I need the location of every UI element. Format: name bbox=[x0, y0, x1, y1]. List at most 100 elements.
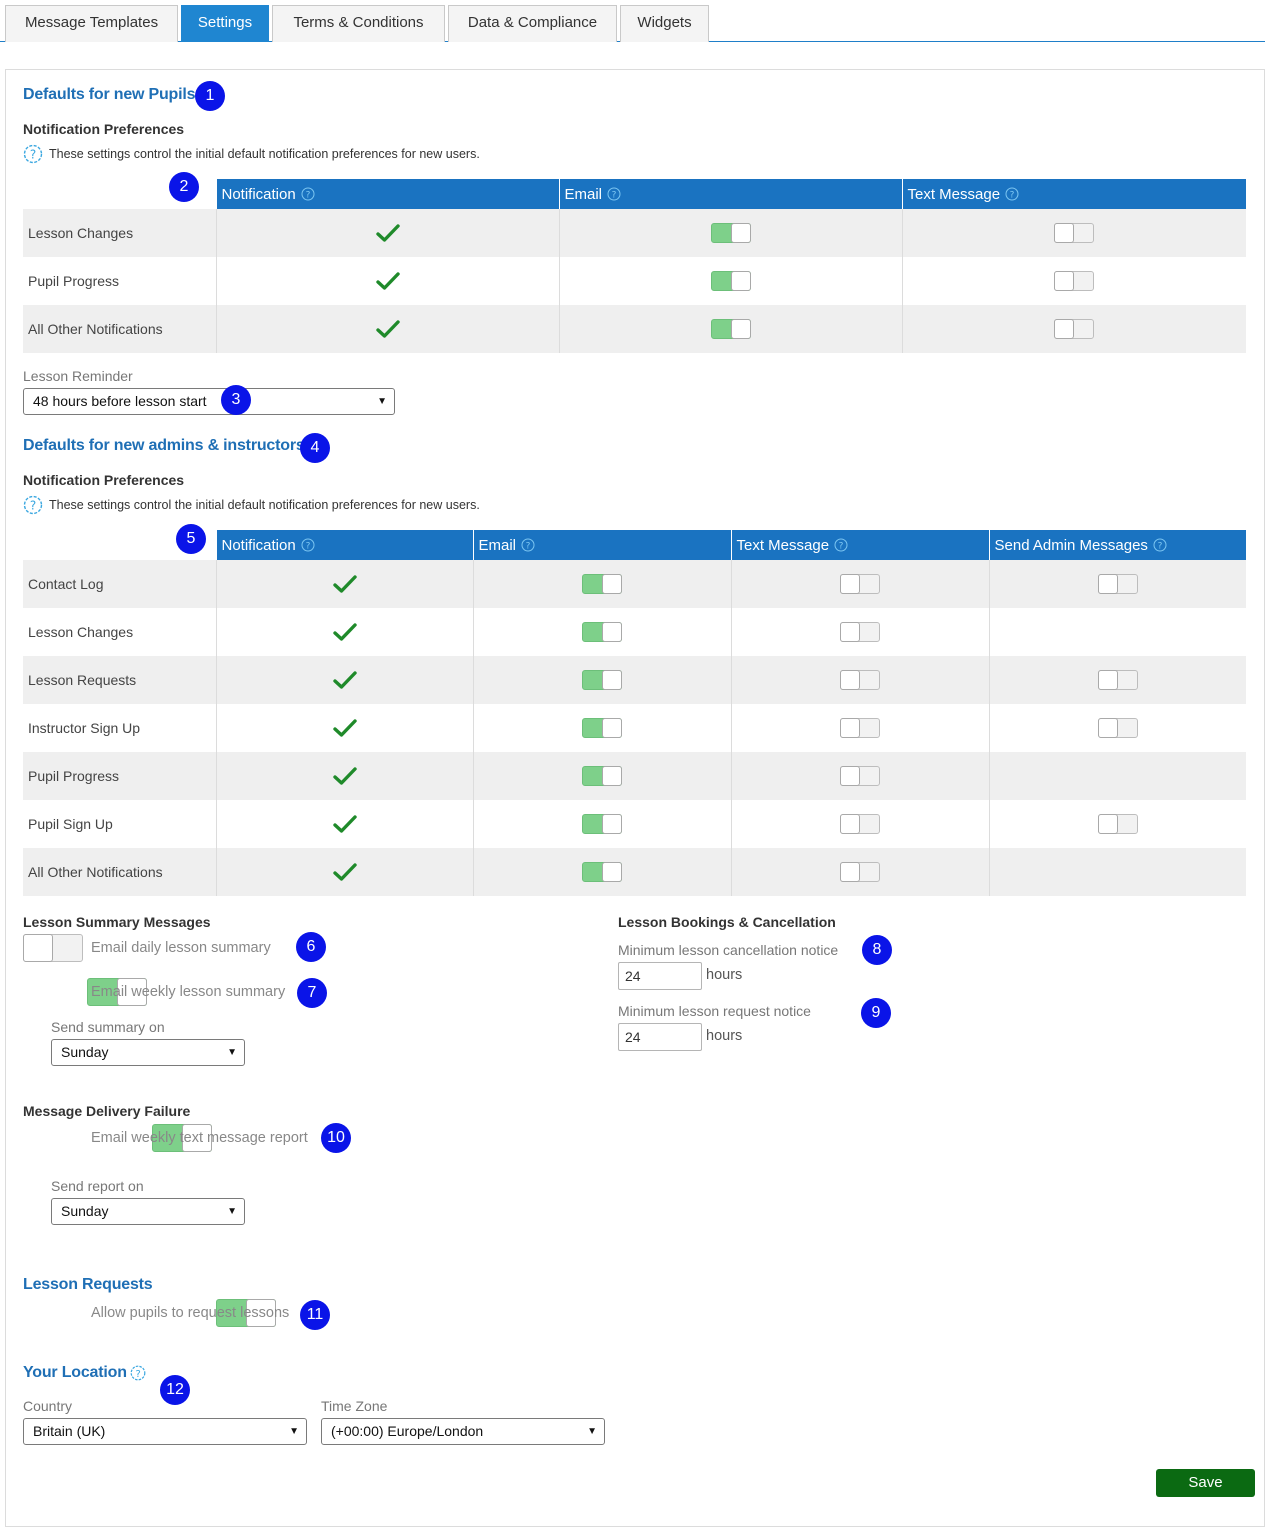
location-title: Your Location ? bbox=[23, 1364, 146, 1382]
checkmark-icon bbox=[375, 272, 400, 290]
email-toggle[interactable] bbox=[582, 718, 622, 738]
table-row: Pupil Progress bbox=[23, 257, 1246, 305]
request-notice-input[interactable]: 24 bbox=[618, 1023, 702, 1051]
row-label: All Other Notifications bbox=[23, 305, 216, 353]
svg-text:?: ? bbox=[305, 190, 310, 200]
email-toggle[interactable] bbox=[582, 814, 622, 834]
email-toggle[interactable] bbox=[582, 574, 622, 594]
admins-section-title: Defaults for new admins & instructors bbox=[23, 437, 305, 454]
text-message-toggle[interactable] bbox=[840, 622, 880, 642]
text-message-toggle[interactable] bbox=[1054, 223, 1095, 243]
col-header-text-message: Text Message? bbox=[901, 179, 1246, 209]
admins-help-line: ? These settings control the initial def… bbox=[23, 495, 480, 515]
admins-help-text: These settings control the initial defau… bbox=[49, 498, 480, 512]
badge-7: 7 bbox=[297, 978, 327, 1008]
lesson-reminder-label: Lesson Reminder bbox=[23, 368, 133, 384]
table-row: Lesson Changes bbox=[23, 608, 1246, 656]
country-select[interactable]: Britain (UK) ▼ bbox=[23, 1418, 307, 1445]
col-header-send-admin-messages: Send Admin Messages? bbox=[988, 530, 1246, 560]
email-toggle[interactable] bbox=[710, 271, 751, 291]
request-notice-label: Minimum lesson request notice bbox=[618, 1003, 811, 1019]
row-label: Lesson Requests bbox=[23, 656, 216, 704]
tab-terms-conditions[interactable]: Terms & Conditions bbox=[272, 5, 445, 42]
text-message-toggle[interactable] bbox=[840, 574, 880, 594]
table-row: All Other Notifications bbox=[23, 305, 1246, 353]
col-header-notification: Notification? bbox=[215, 530, 473, 560]
tab-bar: Message Templates Settings Terms & Condi… bbox=[0, 0, 1265, 42]
tab-message-templates[interactable]: Message Templates bbox=[5, 5, 178, 42]
col-header-notification: Notification? bbox=[215, 179, 559, 209]
svg-text:?: ? bbox=[30, 499, 36, 513]
row-label: Contact Log bbox=[23, 560, 216, 608]
badge-4: 4 bbox=[300, 433, 330, 463]
checkmark-icon bbox=[332, 575, 357, 593]
text-message-toggle[interactable] bbox=[840, 670, 880, 690]
row-label: Pupil Sign Up bbox=[23, 800, 216, 848]
badge-8: 8 bbox=[862, 935, 892, 965]
send-admin-messages-toggle[interactable] bbox=[1097, 670, 1138, 690]
col-header-email: Email? bbox=[472, 530, 731, 560]
table-row: Lesson Requests bbox=[23, 656, 1246, 704]
dropdown-arrow-icon: ▼ bbox=[289, 1426, 299, 1437]
pupils-section-title: Defaults for new Pupils bbox=[23, 86, 196, 103]
lesson-reminder-select[interactable]: 48 hours before lesson start ▼ bbox=[23, 388, 395, 415]
table-row: All Other Notifications bbox=[23, 848, 1246, 896]
table-row: Instructor Sign Up bbox=[23, 704, 1246, 752]
checkmark-icon bbox=[332, 623, 357, 641]
badge-6: 6 bbox=[296, 932, 326, 962]
checkmark-icon bbox=[332, 815, 357, 833]
save-button[interactable]: Save bbox=[1156, 1469, 1255, 1497]
help-icon: ? bbox=[521, 538, 535, 551]
bookings-title: Lesson Bookings & Cancellation bbox=[618, 914, 836, 930]
lesson-requests-title: Lesson Requests bbox=[23, 1276, 153, 1293]
daily-summary-toggle[interactable] bbox=[23, 934, 83, 962]
pupils-help-text: These settings control the initial defau… bbox=[49, 147, 480, 161]
checkmark-icon bbox=[332, 767, 357, 785]
text-message-toggle[interactable] bbox=[1054, 319, 1095, 339]
text-message-toggle[interactable] bbox=[1054, 271, 1095, 291]
tab-settings[interactable]: Settings bbox=[181, 5, 269, 42]
email-toggle[interactable] bbox=[582, 670, 622, 690]
dropdown-arrow-icon: ▼ bbox=[587, 1426, 597, 1437]
email-toggle[interactable] bbox=[582, 622, 622, 642]
svg-text:?: ? bbox=[1158, 541, 1163, 551]
request-unit: hours bbox=[706, 1028, 743, 1044]
checkmark-icon bbox=[332, 863, 357, 881]
svg-text:?: ? bbox=[1010, 190, 1015, 200]
email-toggle[interactable] bbox=[710, 223, 751, 243]
pupils-notification-table: Notification? Email? Text Message? Lesso… bbox=[23, 179, 1246, 353]
tab-widgets[interactable]: Widgets bbox=[620, 5, 709, 42]
cancellation-notice-input[interactable]: 24 bbox=[618, 962, 702, 990]
text-message-toggle[interactable] bbox=[840, 814, 880, 834]
send-admin-messages-toggle[interactable] bbox=[1097, 718, 1138, 738]
timezone-select[interactable]: (+00:00) Europe/London ▼ bbox=[321, 1418, 605, 1445]
email-toggle[interactable] bbox=[710, 319, 751, 339]
badge-3: 3 bbox=[221, 385, 251, 415]
timezone-label: Time Zone bbox=[321, 1398, 388, 1414]
summary-title: Lesson Summary Messages bbox=[23, 914, 211, 930]
cancellation-notice-label: Minimum lesson cancellation notice bbox=[618, 942, 839, 958]
send-admin-messages-toggle[interactable] bbox=[1097, 574, 1138, 594]
email-toggle[interactable] bbox=[582, 766, 622, 786]
text-message-toggle[interactable] bbox=[840, 718, 880, 738]
svg-text:?: ? bbox=[612, 190, 617, 200]
tab-data-compliance[interactable]: Data & Compliance bbox=[448, 5, 617, 42]
help-icon: ? bbox=[130, 1365, 146, 1381]
help-icon: ? bbox=[301, 538, 315, 551]
pupils-notification-title: Notification Preferences bbox=[23, 121, 185, 137]
send-admin-messages-toggle[interactable] bbox=[1097, 814, 1138, 834]
checkmark-icon bbox=[332, 719, 357, 737]
row-label: Pupil Progress bbox=[23, 257, 216, 305]
summary-day-select[interactable]: Sunday ▼ bbox=[51, 1039, 245, 1066]
table-row: Pupil Progress bbox=[23, 752, 1246, 800]
table-row: Lesson Changes bbox=[23, 209, 1246, 257]
report-send-on-label: Send report on bbox=[51, 1178, 144, 1194]
weekly-report-label: Email weekly text message report bbox=[91, 1130, 308, 1146]
report-day-select[interactable]: Sunday ▼ bbox=[51, 1198, 245, 1225]
svg-text:?: ? bbox=[135, 1369, 140, 1380]
email-toggle[interactable] bbox=[582, 862, 622, 882]
badge-9: 9 bbox=[861, 998, 891, 1028]
text-message-toggle[interactable] bbox=[840, 766, 880, 786]
table-row: Contact Log bbox=[23, 560, 1246, 608]
text-message-toggle[interactable] bbox=[840, 862, 880, 882]
